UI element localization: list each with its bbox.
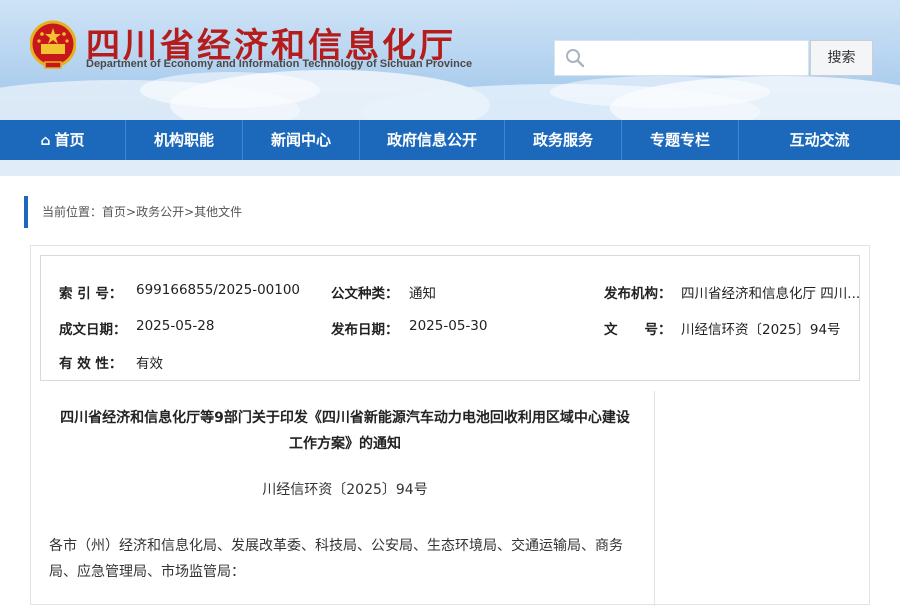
search-button[interactable]: 搜索 [810,40,873,76]
search-input[interactable] [591,47,805,71]
document-title: 四川省经济和信息化厅等9部门关于印发《四川省新能源汽车动力电池回收利用区域中心建… [60,410,630,452]
nav-item-organization[interactable]: 机构职能 [126,120,243,160]
national-emblem-icon [30,20,76,69]
meta-created-label: 成文日期： [59,322,127,338]
search-icon [566,49,585,68]
meta-type: 公文种类： [331,282,399,302]
nav-item-label: 首页 [54,131,85,149]
meta-published: 发布日期： [331,318,399,338]
meta-index-label: 索 引 号： [59,286,123,302]
nav-item-home[interactable]: ⌂ 首页 [0,120,126,160]
meta-type-value: 通知 [409,286,436,302]
breadcrumb-separator: > [184,205,195,219]
site-subtitle-english: Department of Economy and Information Te… [86,58,473,70]
meta-index: 索 引 号： [59,282,122,302]
search-box [554,40,809,76]
nav-item-services[interactable]: 政务服务 [505,120,622,160]
breadcrumb-separator: > [126,205,137,219]
nav-item-label: 互动交流 [789,131,850,149]
meta-validity-value: 有效 [136,356,163,372]
meta-validity: 有 效 性： [59,352,122,372]
site-header: 四川省经济和信息化厅 Department of Economy and Inf… [0,0,900,120]
meta-docno: 文 号： [604,318,672,338]
meta-published-label: 发布日期： [331,322,399,338]
meta-docno-value: 川经信环资〔2025〕94号 [681,322,841,338]
nav-item-topics[interactable]: 专题专栏 [622,120,739,160]
meta-created: 成文日期： [59,318,127,338]
meta-type-label: 公文种类： [331,286,399,302]
nav-item-interaction[interactable]: 互动交流 [739,120,900,160]
meta-publisher: 发布机构： [604,282,672,302]
article-container: 索 引 号： 699166855/2025-00100 公文种类： 通知 发布机… [30,245,870,606]
nav-item-label: 机构职能 [153,131,214,149]
nav-item-gov-info[interactable]: 政府信息公开 [360,120,505,160]
nav-item-label: 政府信息公开 [386,131,477,149]
meta-publisher-label: 发布机构： [604,286,672,302]
document-body: 各市（州）经济和信息化局、发展改革委、科技局、公安局、生态环境局、交通运输局、商… [49,538,623,580]
breadcrumb-link-other-docs[interactable]: 其他文件 [194,205,242,219]
nav-item-label: 新闻中心 [270,131,331,149]
breadcrumb-link-public-affairs[interactable]: 政务公开 [136,205,184,219]
document-content: 四川省经济和信息化厅等9部门关于印发《四川省新能源汽车动力电池回收利用区域中心建… [31,391,655,606]
meta-docno-label: 文 号： [604,322,672,338]
breadcrumb: 当前位置：首页>政务公开>其他文件 [24,196,242,228]
meta-published-value: 2025-05-30 [409,318,488,334]
breadcrumb-prefix: 当前位置： [42,205,103,219]
meta-publisher-value: 四川省经济和信息化厅 四川... [681,286,861,302]
nav-item-label: 专题专栏 [649,131,710,149]
nav-item-label: 政务服务 [532,131,593,149]
nav-underbar [0,160,900,176]
document-metadata-table: 索 引 号： 699166855/2025-00100 公文种类： 通知 发布机… [40,255,860,381]
home-icon: ⌂ [40,133,51,149]
meta-index-value: 699166855/2025-00100 [136,282,301,298]
meta-validity-label: 有 效 性： [59,356,123,372]
main-nav: ⌂ 首页 机构职能 新闻中心 政府信息公开 政务服务 专题专栏 互动交流 [0,120,900,160]
document-number: 川经信环资〔2025〕94号 [262,482,428,498]
nav-item-news[interactable]: 新闻中心 [243,120,360,160]
breadcrumb-link-home[interactable]: 首页 [102,205,126,219]
meta-created-value: 2025-05-28 [136,318,215,334]
